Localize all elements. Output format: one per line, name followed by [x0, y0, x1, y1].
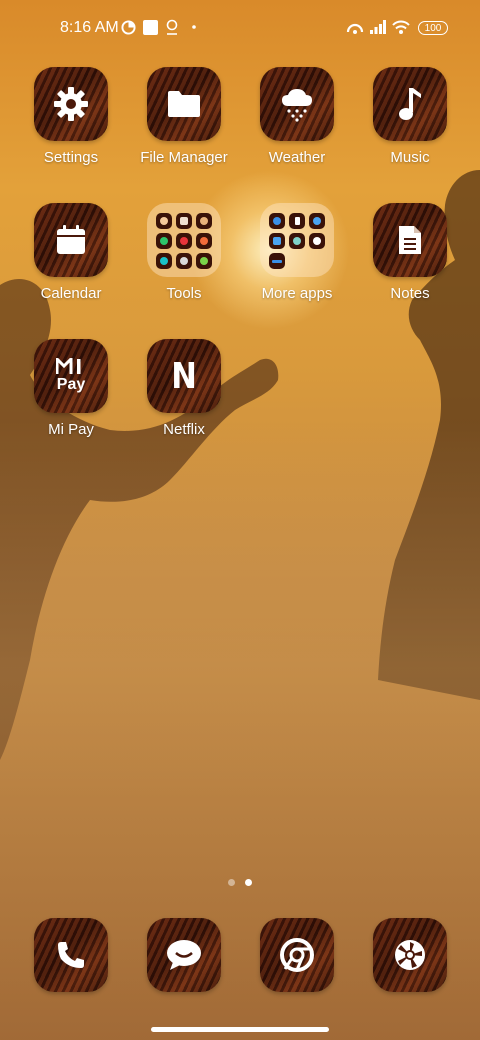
- status-time: 8:16 AM: [60, 19, 119, 36]
- dot-icon: [192, 19, 196, 35]
- wifi-icon: [392, 19, 410, 35]
- browser-mini-icon: [196, 213, 212, 229]
- gear-icon: [34, 67, 108, 141]
- hotspot-icon: [346, 19, 364, 35]
- app-label: Netflix: [163, 421, 205, 438]
- infinity-mini-icon: [176, 253, 192, 269]
- status-bar: 8:16 AM 100: [0, 0, 480, 56]
- facebook-mini-icon: [289, 213, 305, 229]
- netflix-logo-text: N: [171, 355, 197, 397]
- battery-indicator: 100: [418, 21, 448, 35]
- location-pin-icon: [165, 19, 179, 35]
- grid-mini-icon: [176, 213, 192, 229]
- dock-phone[interactable]: [16, 918, 126, 992]
- folder-more-apps[interactable]: More apps: [242, 203, 352, 302]
- white-app-mini-icon: [309, 233, 325, 249]
- mi-pay-logo-text: Pay: [56, 376, 86, 393]
- app-label: Tools: [166, 285, 202, 302]
- app-notes[interactable]: Notes: [355, 203, 465, 302]
- app-file-manager[interactable]: File Manager: [129, 67, 239, 166]
- gesture-navigation-bar[interactable]: [151, 1027, 329, 1032]
- blue-app-mini-icon: [269, 213, 285, 229]
- teal-app-mini-icon: [156, 253, 172, 269]
- messages-icon: [147, 918, 221, 992]
- app-label: File Manager: [140, 149, 228, 166]
- photo-app-mini-icon: [289, 233, 305, 249]
- app-music[interactable]: Music: [355, 67, 465, 166]
- music-note-icon: [373, 67, 447, 141]
- calendar-icon: [34, 203, 108, 277]
- green-app-mini-icon: [156, 233, 172, 249]
- app-label: More apps: [261, 285, 333, 302]
- netflix-icon: N: [147, 339, 221, 413]
- mi-logo-icon: [56, 358, 81, 374]
- app-weather[interactable]: Weather: [242, 67, 352, 166]
- page-dot-2-active[interactable]: [245, 879, 252, 886]
- camera-aperture-icon: [373, 918, 447, 992]
- chrome-icon: [260, 918, 334, 992]
- lime-app-mini-icon: [196, 253, 212, 269]
- folder-tools-icon: [147, 203, 221, 277]
- notification-square-icon: [143, 19, 158, 35]
- page-indicator: [228, 879, 252, 886]
- dock-messages[interactable]: [129, 918, 239, 992]
- app-calendar[interactable]: Calendar: [16, 203, 126, 302]
- app-netflix[interactable]: N Netflix: [129, 339, 239, 438]
- linkedin-mini-icon: [269, 233, 285, 249]
- app-label: Calendar: [40, 285, 102, 302]
- folder-icon: [147, 67, 221, 141]
- signal-icon: [370, 19, 386, 35]
- app-label: Music: [390, 149, 430, 166]
- folder-more-apps-icon: [260, 203, 334, 277]
- app-label: Mi Pay: [48, 421, 94, 438]
- contacts-mini-icon: [156, 213, 172, 229]
- data-saver-icon: [121, 19, 136, 35]
- mi-pay-icon: Pay: [34, 339, 108, 413]
- app-label: Settings: [43, 149, 99, 166]
- cloud-snow-icon: [260, 67, 334, 141]
- blue-ring-mini-icon: [309, 213, 325, 229]
- app-mi-pay[interactable]: Pay Mi Pay: [16, 339, 126, 438]
- bar-app-mini-icon: [269, 253, 285, 269]
- red-app-mini-icon: [176, 233, 192, 249]
- phone-icon: [34, 918, 108, 992]
- folder-tools[interactable]: Tools: [129, 203, 239, 302]
- orange-app-mini-icon: [196, 233, 212, 249]
- document-icon: [373, 203, 447, 277]
- app-settings[interactable]: Settings: [16, 67, 126, 166]
- dock-chrome[interactable]: [242, 918, 352, 992]
- dock-camera[interactable]: [355, 918, 465, 992]
- app-label: Notes: [390, 285, 430, 302]
- page-dot-1[interactable]: [228, 879, 235, 886]
- app-label: Weather: [268, 149, 326, 166]
